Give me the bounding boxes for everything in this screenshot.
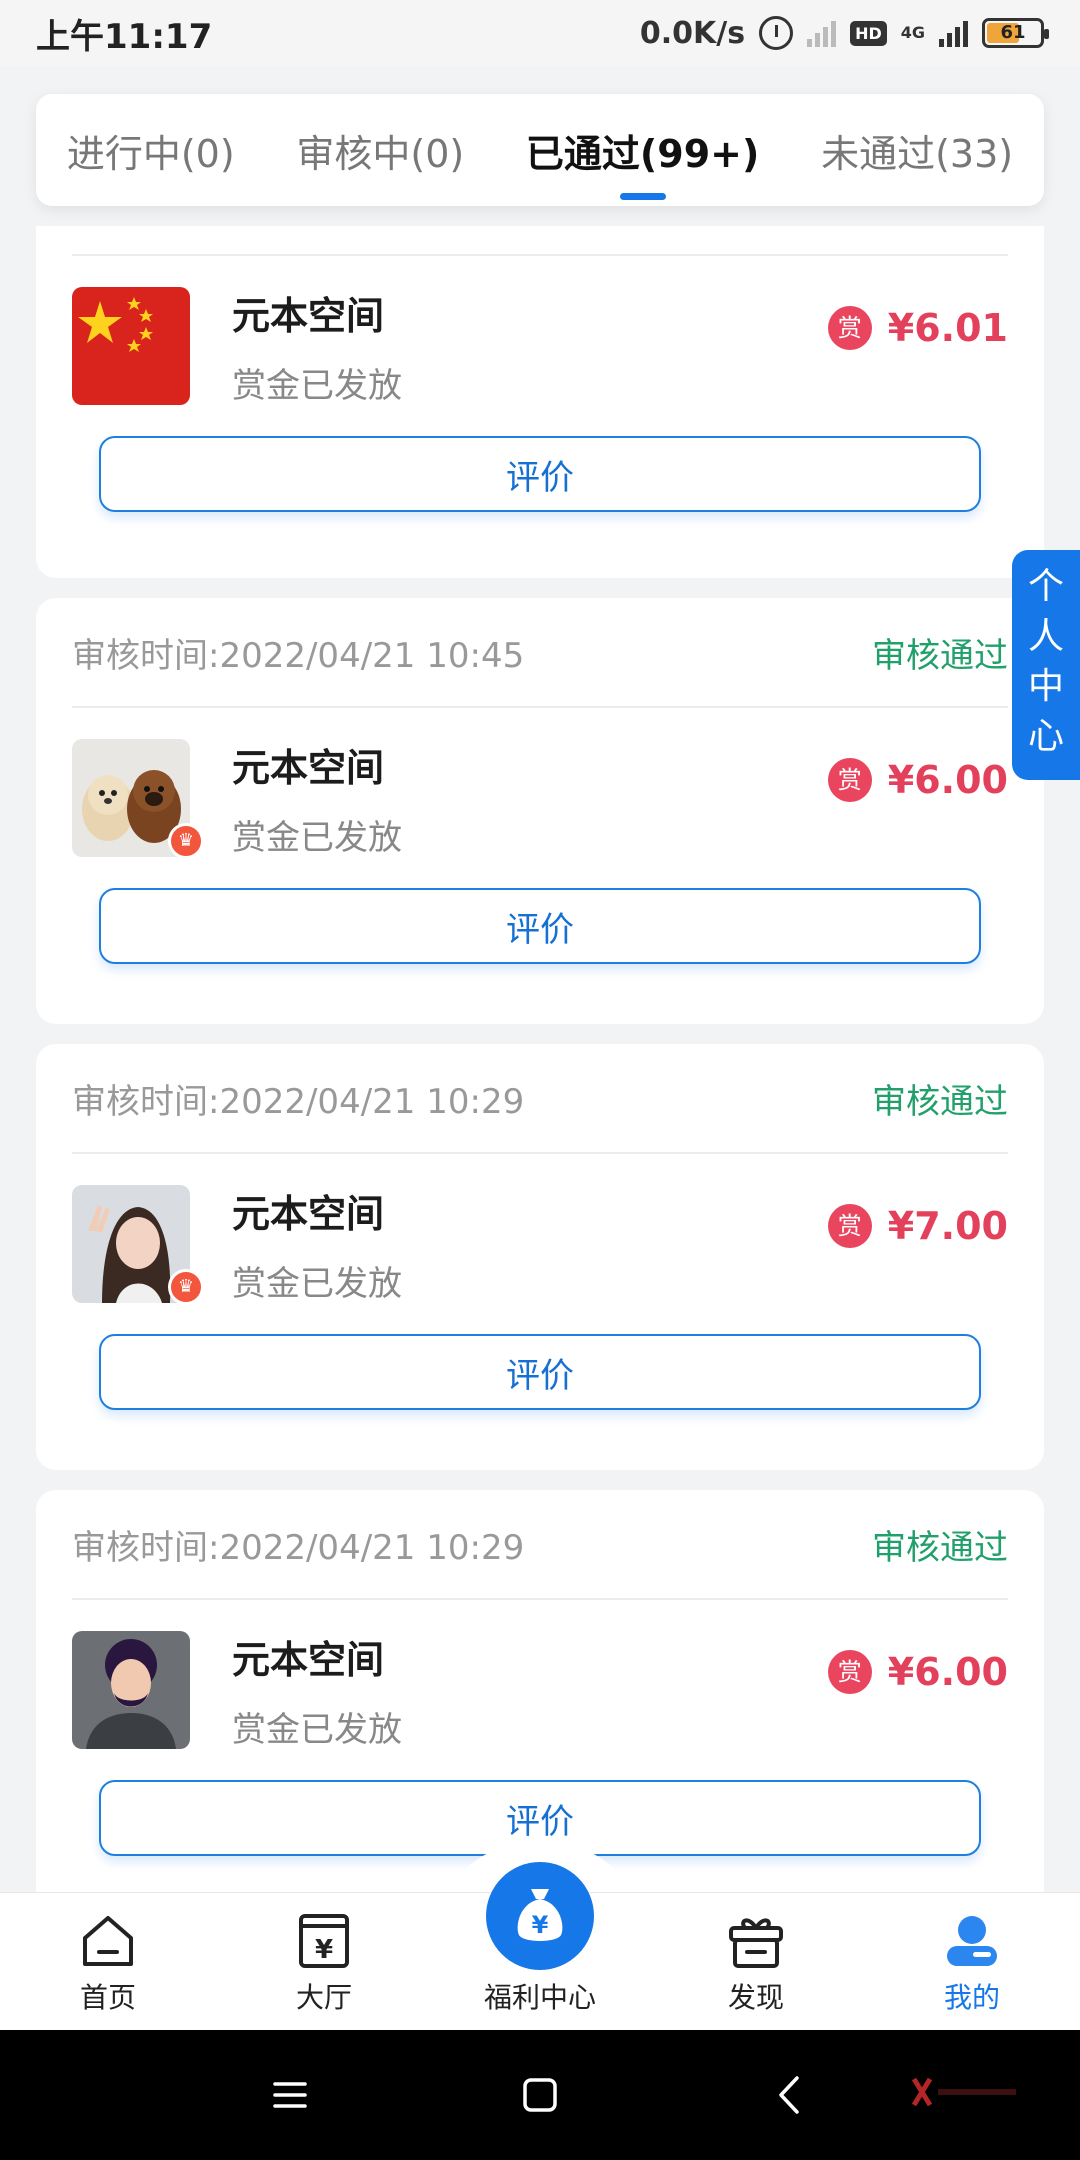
review-status: 审核通过	[872, 635, 1008, 676]
battery-icon: 61	[982, 18, 1049, 48]
home-square-icon[interactable]	[515, 2070, 565, 2120]
review-status: 审核通过	[872, 1081, 1008, 1122]
reward-amount: ¥7.00	[887, 1204, 1008, 1248]
task-status: 赏金已发放	[232, 1710, 402, 1750]
review-time: 审核时间:2022/04/21 10:45	[72, 635, 525, 676]
reward-badge-icon: 赏	[827, 1204, 872, 1248]
rate-button[interactable]: 评价	[99, 436, 981, 512]
task-title: 元本空间	[232, 746, 385, 790]
tab-approved[interactable]: 已通过(99+)	[526, 113, 759, 200]
side-char: 中	[1027, 666, 1064, 707]
task-status: 赏金已发放	[232, 1264, 402, 1304]
task-info: 元本空间 赏金已发放	[232, 737, 402, 859]
reward-amount: ¥6.01	[887, 306, 1008, 350]
nav-label: 首页	[79, 1981, 136, 2014]
reward-badge-icon: 赏	[827, 1650, 872, 1694]
net-speed: 0.0K/s	[639, 15, 746, 51]
card-header: 审核时间:2022/04/21 10:29 审核通过	[72, 1490, 1008, 1600]
task-card: 审核时间:2022/04/21 10:29 审核通过 ♛ 元本空间 赏金已发放 …	[36, 1044, 1044, 1470]
reward: 赏 ¥6.00	[827, 1650, 1008, 1694]
cell-signal-icon	[939, 19, 968, 47]
menu-icon[interactable]	[265, 2070, 315, 2120]
task-status: 赏金已发放	[232, 818, 402, 858]
reward: 赏 ¥7.00	[827, 1204, 1008, 1248]
side-char: 个	[1027, 566, 1064, 607]
home-icon	[83, 1916, 133, 1966]
card-header: 审核时间:2022/04/21 10:45 审核通过	[72, 598, 1008, 708]
task-list[interactable]: 元本空间 赏金已发放 赏 ¥6.01 评价 审核时间:2022/04/21 10…	[36, 226, 1044, 1892]
nav-label: 福利中心	[483, 1981, 596, 2014]
net-type: 4G	[900, 23, 925, 42]
avatar	[72, 287, 190, 405]
watermark-logo-icon	[910, 2075, 1020, 2113]
task-title: 元本空间	[232, 1638, 385, 1682]
avatar: ♛	[72, 739, 204, 859]
crown-badge-icon: ♛	[168, 1269, 204, 1305]
nav-home[interactable]: 首页	[28, 1912, 188, 2016]
svg-text:¥: ¥	[315, 1935, 333, 1965]
reward-amount: ¥6.00	[887, 758, 1008, 802]
welfare-center-button[interactable]: ¥	[486, 1862, 594, 1970]
tab-under-review[interactable]: 审核中(0)	[296, 113, 464, 188]
nav-discover[interactable]: 发现	[676, 1912, 836, 2016]
card-header	[72, 226, 1008, 256]
avatar: ♛	[72, 1185, 204, 1305]
personal-center-button[interactable]: 个 人 中 心	[1012, 550, 1080, 780]
task-info: 元本空间 赏金已发放	[232, 1183, 402, 1305]
task-title: 元本空间	[232, 294, 385, 338]
nav-label: 发现	[727, 1981, 784, 2014]
hall-icon: ¥	[299, 1914, 349, 1968]
card-body: ♛ 元本空间 赏金已发放 赏 ¥7.00	[72, 1154, 1008, 1334]
card-body: ♛ 元本空间 赏金已发放 赏 ¥6.00	[72, 708, 1008, 888]
review-time: 审核时间:2022/04/21 10:29	[72, 1081, 525, 1122]
rate-button[interactable]: 评价	[99, 1334, 981, 1410]
tab-in-progress[interactable]: 进行中(0)	[67, 113, 235, 188]
crown-badge-icon: ♛	[168, 823, 204, 859]
rate-button[interactable]: 评价	[99, 888, 981, 964]
card-body: 元本空间 赏金已发放 赏 ¥6.01	[72, 256, 1008, 436]
nav-hall[interactable]: ¥ 大厅	[244, 1912, 404, 2016]
reward-amount: ¥6.00	[887, 1650, 1008, 1694]
review-status: 审核通过	[872, 1527, 1008, 1568]
task-status: 赏金已发放	[232, 366, 402, 406]
status-bar: 上午11:17 0.0K/s HD 4G 61	[0, 0, 1080, 66]
profile-icon	[947, 1916, 997, 1966]
reward-badge-icon: 赏	[827, 306, 872, 350]
tab-rejected[interactable]: 未通过(33)	[821, 113, 1013, 188]
review-time: 审核时间:2022/04/21 10:29	[72, 1527, 525, 1568]
side-char: 人	[1027, 616, 1064, 657]
task-info: 元本空间 赏金已发放	[232, 285, 402, 407]
task-info: 元本空间 赏金已发放	[232, 1629, 402, 1751]
nav-label: 我的	[943, 1981, 1000, 2014]
battery-level: 61	[1000, 22, 1026, 43]
status-icons: 0.0K/s HD 4G 61	[639, 15, 1049, 51]
reward-badge-icon: 赏	[827, 758, 872, 802]
task-card: 审核时间:2022/04/21 10:45 审核通过 ♛ 元本空间 赏金已发放 …	[36, 598, 1044, 1024]
man-avatar	[72, 1631, 190, 1749]
alarm-icon	[759, 16, 794, 50]
avatar	[72, 1631, 190, 1749]
gift-icon	[729, 1918, 783, 1968]
task-card: 审核时间:2022/04/21 10:29 审核通过 元本空间 赏金已发放 赏 …	[36, 1490, 1044, 1892]
reward: 赏 ¥6.00	[827, 758, 1008, 802]
status-time: 上午11:17	[36, 16, 213, 57]
wifi-signal-icon	[807, 19, 837, 47]
status-tabs: 进行中(0) 审核中(0) 已通过(99+) 未通过(33)	[36, 94, 1044, 206]
china-flag-avatar	[72, 287, 190, 405]
back-icon[interactable]	[765, 2070, 815, 2120]
card-body: 元本空间 赏金已发放 赏 ¥6.00	[72, 1600, 1008, 1780]
card-header: 审核时间:2022/04/21 10:29 审核通过	[72, 1044, 1008, 1154]
side-char: 心	[1027, 716, 1064, 757]
task-card: 元本空间 赏金已发放 赏 ¥6.01 评价	[36, 226, 1044, 578]
money-bag-icon: ¥	[517, 1889, 563, 1941]
nav-mine[interactable]: 我的	[892, 1912, 1052, 2016]
svg-text:¥: ¥	[532, 1911, 549, 1939]
reward: 赏 ¥6.01	[827, 306, 1008, 350]
hd-icon: HD	[850, 20, 887, 46]
nav-label: 大厅	[295, 1981, 352, 2014]
task-title: 元本空间	[232, 1192, 385, 1236]
